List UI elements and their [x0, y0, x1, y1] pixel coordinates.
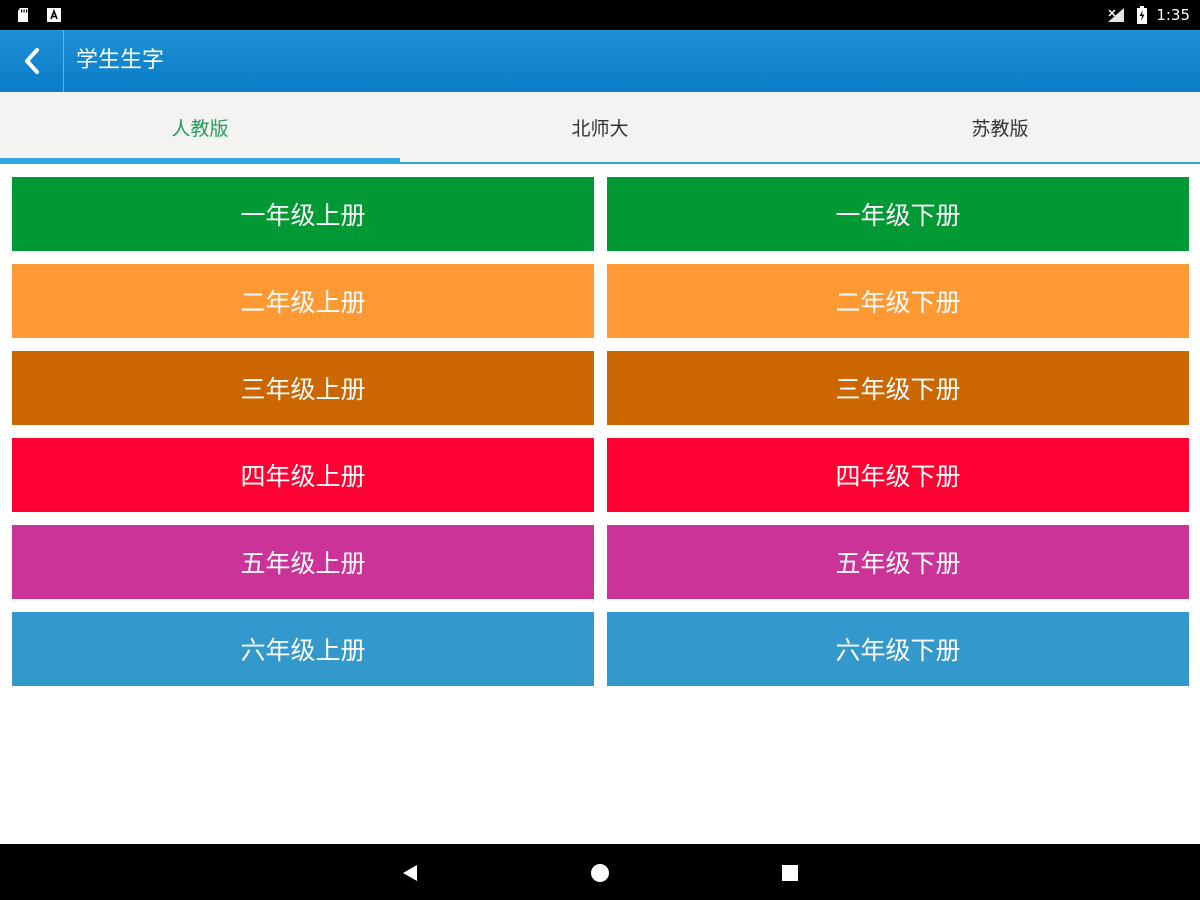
tab-sujiao[interactable]: 苏教版	[800, 92, 1200, 162]
grade-1-vol-2-button[interactable]: 一年级下册	[607, 177, 1189, 251]
grade-6-vol-1-button[interactable]: 六年级上册	[12, 612, 594, 686]
nav-back-button[interactable]	[399, 862, 421, 884]
battery-icon	[1137, 6, 1148, 24]
tab-indicator	[0, 158, 400, 164]
status-bar: 1:35	[0, 0, 1200, 30]
textbook-version-tabs: 人教版 北师大 苏教版	[0, 92, 1200, 164]
grade-1-vol-1-button[interactable]: 一年级上册	[12, 177, 594, 251]
sd-card-icon	[18, 8, 28, 22]
tab-beishida[interactable]: 北师大	[400, 92, 800, 162]
a-notification-icon	[47, 8, 61, 22]
app-bar: 学生生字	[0, 30, 1200, 92]
tab-label: 北师大	[571, 117, 629, 140]
grade-5-vol-2-button[interactable]: 五年级下册	[607, 525, 1189, 599]
tab-label: 苏教版	[971, 117, 1029, 140]
system-nav-bar	[0, 844, 1200, 900]
grade-2-vol-2-button[interactable]: 二年级下册	[607, 264, 1189, 338]
grade-4-vol-2-button[interactable]: 四年级下册	[607, 438, 1189, 512]
nav-recents-button[interactable]	[779, 862, 801, 884]
chevron-left-icon	[24, 48, 39, 74]
grade-3-vol-1-button[interactable]: 三年级上册	[12, 351, 594, 425]
signal-icon	[1108, 8, 1125, 22]
nav-home-button[interactable]	[589, 862, 611, 884]
page-title: 学生生字	[76, 48, 165, 73]
grade-3-vol-2-button[interactable]: 三年级下册	[607, 351, 1189, 425]
home-circle-icon	[591, 864, 609, 882]
grade-button-grid: 一年级上册 一年级下册 二年级上册 二年级下册 三年级上册 三年级下册 四年级上…	[12, 177, 1189, 686]
clock: 1:35	[1156, 6, 1190, 24]
back-triangle-icon	[403, 865, 417, 881]
grade-2-vol-1-button[interactable]: 二年级上册	[12, 264, 594, 338]
recents-square-icon	[782, 865, 798, 881]
tab-label: 人教版	[171, 117, 229, 140]
grade-4-vol-1-button[interactable]: 四年级上册	[12, 438, 594, 512]
tab-renjiao[interactable]: 人教版	[0, 92, 400, 164]
grade-6-vol-2-button[interactable]: 六年级下册	[607, 612, 1189, 686]
back-button[interactable]	[0, 30, 64, 92]
grade-5-vol-1-button[interactable]: 五年级上册	[12, 525, 594, 599]
